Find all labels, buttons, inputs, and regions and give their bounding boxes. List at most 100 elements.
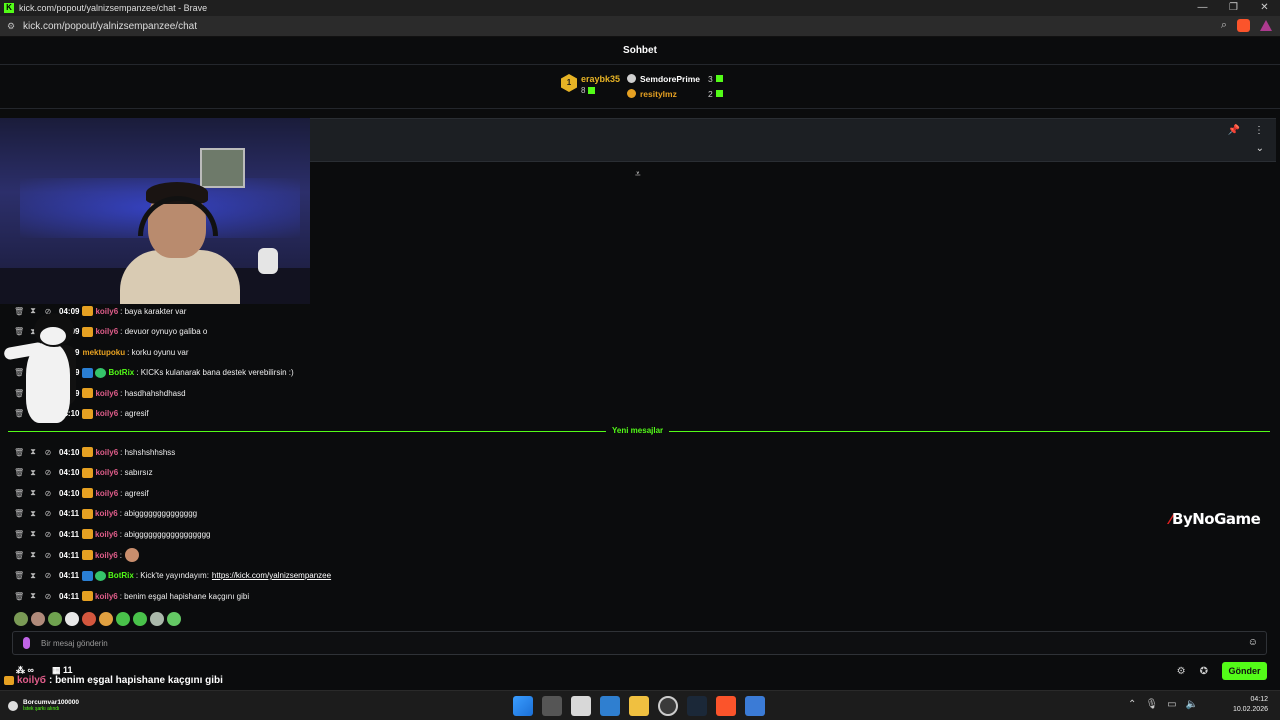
ban-icon[interactable]: ⊘ [44,592,52,601]
timeout-icon[interactable]: ⧗ [29,509,37,519]
emote[interactable] [82,612,96,626]
leaderboard-first[interactable]: 1 eraybk35 8 [561,74,620,95]
ban-icon[interactable]: ⊘ [44,448,52,457]
chat-message[interactable]: 🗑 ⧗ ⊘ 04:11 koily6: [14,547,139,563]
delete-icon[interactable]: 🗑 [14,489,24,498]
leaderboard-first-name[interactable]: eraybk35 [581,74,620,84]
timeout-icon[interactable]: ⧗ [29,447,37,457]
message-username[interactable]: koily6 [95,307,118,316]
message-username[interactable]: mektupoku [82,348,125,357]
chat-message[interactable]: 🗑 ⧗ ⊘ 04:11 koily6: abiggggggggggggggggg [14,526,210,542]
address-bar[interactable]: ⚙ kick.com/popout/yalnizsempanzee/chat ⌕ [0,16,1280,37]
delete-icon[interactable]: 🗑 [14,571,24,580]
timeout-icon[interactable]: ⧗ [29,550,37,560]
bot-badge-icon [82,570,94,581]
leaderboard-row[interactable]: resitylmz 2 [627,86,723,101]
emoji-picker-icon[interactable]: ☺ [1248,637,1258,648]
emote[interactable] [133,612,147,626]
ban-icon[interactable]: ⊘ [44,489,52,498]
close-button[interactable]: ✕ [1249,0,1280,16]
leaderboard-name[interactable]: resitylmz [640,89,708,99]
task-view-icon[interactable] [542,696,562,716]
windows-start-icon[interactable] [513,696,533,716]
brave-shield-icon[interactable] [1237,19,1250,32]
ban-icon[interactable]: ⊘ [44,468,52,477]
taskbar-clock[interactable]: 04:12 10.02.2026 [1233,695,1268,715]
app-icon[interactable] [571,696,591,716]
maximize-button[interactable]: ❐ [1218,0,1249,16]
ban-icon[interactable]: ⊘ [44,551,52,560]
app-icon[interactable] [600,696,620,716]
zoom-icon[interactable]: ⌕ [1221,19,1227,32]
chat-message[interactable]: 🗑 ⧗ ⊘ 04:11 BotRix: Kick'te yayındayım: https… [14,568,331,584]
message-username[interactable]: koily6 [95,468,118,477]
volume-icon[interactable]: 🔈 [1186,699,1198,710]
timeout-icon[interactable]: ⧗ [29,529,37,539]
timeout-icon[interactable]: ⧗ [29,591,37,601]
delete-icon[interactable]: 🗑 [14,530,24,539]
message-username[interactable]: koily6 [95,409,118,418]
chat-message[interactable]: 🗑 ⧗ ⊘ 04:10 koily6: hshshshhshss [14,444,175,460]
delete-icon[interactable]: 🗑 [14,448,24,457]
send-button[interactable]: Gönder [1222,662,1267,680]
message-username[interactable]: koily6 [95,592,118,601]
message-username[interactable]: koily6 [95,551,118,560]
delete-icon[interactable]: 🗑 [14,551,24,560]
emote[interactable] [65,612,79,626]
site-settings-icon[interactable]: ⚙ [7,21,17,32]
url-text[interactable]: kick.com/popout/yalnizsempanzee/chat [23,21,197,32]
timeout-icon[interactable]: ⧗ [29,571,37,581]
message-username[interactable]: koily6 [95,389,118,398]
network-icon[interactable]: ▭ [1167,699,1176,710]
taskbar-status-widget[interactable]: Borcumvar100000 İstek şarkı alındı [8,699,79,712]
emote[interactable] [48,612,62,626]
chat-message[interactable]: 🗑 ⧗ ⊘ 04:11 koily6: abigggggggggggggg [14,506,197,522]
chat-message[interactable]: 🗑 ⧗ ⊘ 04:11 koily6: benim eşgal hapishane ka… [14,588,249,604]
delete-icon[interactable]: 🗑 [14,468,24,477]
chat-input-box[interactable]: ☺ [12,631,1267,655]
app-icon[interactable] [658,696,678,716]
message-username[interactable]: koily6 [95,327,118,336]
emote[interactable] [150,612,164,626]
chevron-up-icon[interactable]: ⌃ [1128,699,1136,710]
ban-icon[interactable]: ⊘ [44,509,52,518]
timeout-icon[interactable]: ⧗ [29,468,37,478]
more-options-icon[interactable]: ⋮ [1254,125,1264,136]
delete-icon[interactable]: 🗑 [14,509,24,518]
emote[interactable] [31,612,45,626]
scroll-to-bottom-icon[interactable]: ⩡ [635,169,641,180]
delete-icon[interactable]: 🗑 [14,592,24,601]
message-username[interactable]: BotRix [108,368,134,377]
pin-icon[interactable]: 📌 [1228,125,1240,136]
ban-icon[interactable]: ⊘ [44,571,52,580]
message-username[interactable]: koily6 [95,489,118,498]
leaderboard-name[interactable]: SemdorePrime [640,74,708,84]
emote[interactable] [14,612,28,626]
settings-gear-icon[interactable]: ⚙ [1177,666,1186,677]
message-username[interactable]: BotRix [108,571,134,580]
file-explorer-icon[interactable] [629,696,649,716]
steam-icon[interactable] [687,696,707,716]
chat-message[interactable]: 🗑 ⧗ ⊘ 04:10 koily6: agresif [14,485,149,501]
app-icon[interactable] [745,696,765,716]
emote[interactable] [116,612,130,626]
timeout-icon[interactable]: ⧗ [29,488,37,498]
microphone-icon[interactable]: 🎙 [1145,699,1158,710]
chat-message[interactable]: 🗑 ⧗ ⊘ 04:10 koily6: sabırsız [14,465,153,481]
mic-icon[interactable] [23,637,30,649]
emote[interactable] [99,612,113,626]
message-username[interactable]: koily6 [95,448,118,457]
message-link[interactable]: https://kick.com/yalnizsempanzee [212,571,331,580]
minimize-button[interactable]: — [1187,0,1218,16]
message-username[interactable]: koily6 [95,530,118,539]
ban-icon[interactable]: ⊘ [44,530,52,539]
brave-rewards-icon[interactable] [1260,20,1272,31]
emote[interactable] [167,612,181,626]
message-username[interactable]: koily6 [95,509,118,518]
chat-message-input[interactable] [41,635,1221,651]
chevron-down-icon[interactable]: ⌄ [1256,143,1264,154]
brave-icon[interactable] [716,696,736,716]
leaderboard-others: SemdorePrime 3 resitylmz 2 [627,71,723,101]
kick-token-icon[interactable]: ✪ [1200,666,1208,677]
leaderboard-row[interactable]: SemdorePrime 3 [627,71,723,86]
